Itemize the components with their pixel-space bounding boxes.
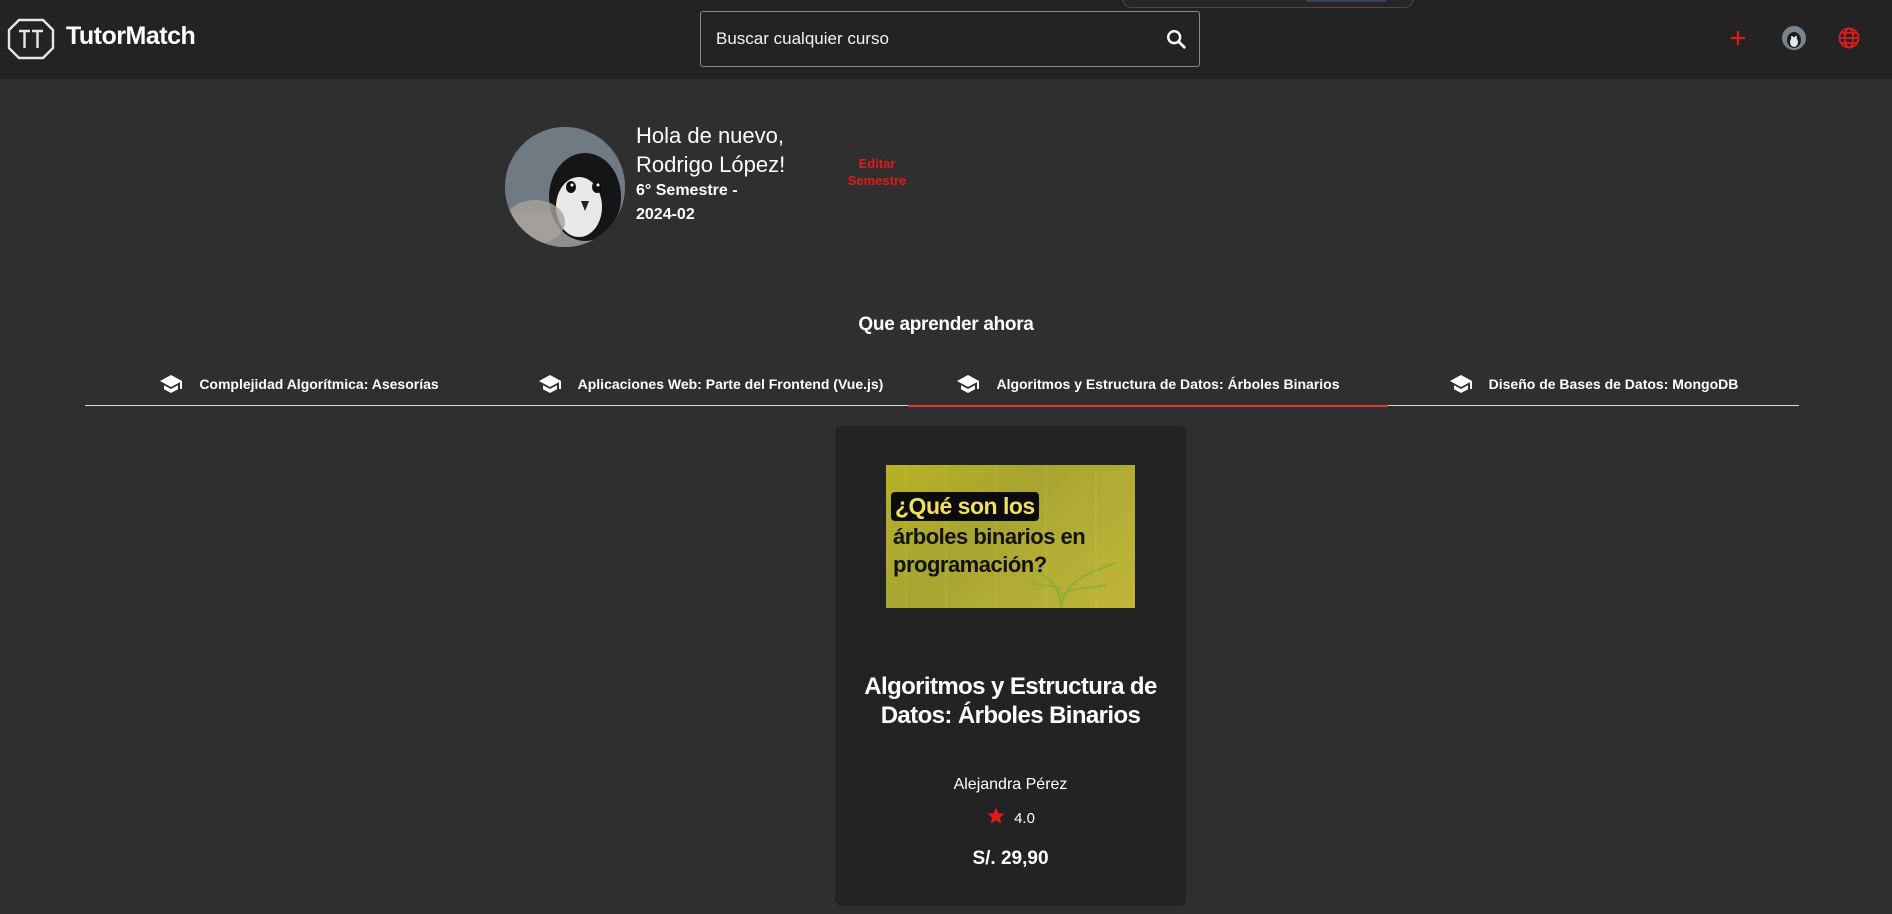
tab-label: Complejidad Algorítmica: Asesorías — [199, 376, 439, 392]
tab-label: Algoritmos y Estructura de Datos: Árbole… — [996, 376, 1340, 392]
tutor-name: Alejandra Pérez — [953, 776, 1068, 793]
search-box — [700, 11, 1200, 67]
tab-aplicaciones-web[interactable]: Aplicaciones Web: Parte del Frontend (Vu… — [513, 362, 908, 406]
tab-label: Diseño de Bases de Datos: MongoDB — [1488, 376, 1739, 392]
language-globe-icon[interactable] — [1833, 22, 1865, 54]
course-title: Algoritmos y Estructura de Datos: Árbole… — [864, 673, 1157, 729]
course-tabs: Complejidad Algorítmica: Asesorías Aplic… — [85, 362, 1799, 407]
course-thumbnail: ¿Qué son los árboles binarios en program… — [886, 465, 1135, 608]
course-card[interactable]: ¿Qué son los árboles binarios en program… — [835, 426, 1186, 906]
graduation-cap-icon — [956, 372, 980, 396]
add-icon[interactable] — [1722, 22, 1754, 54]
tutormatch-logo-icon[interactable] — [7, 18, 55, 60]
thumbnail-line-1: ¿Qué son los — [891, 492, 1039, 521]
course-price: S/. 29,90 — [972, 848, 1049, 869]
brand-name[interactable]: TutorMatch — [66, 22, 196, 51]
graduation-cap-icon — [1449, 372, 1473, 396]
tab-diseno-bases-datos[interactable]: Diseño de Bases de Datos: MongoDB — [1388, 362, 1799, 406]
course-rating: 4.0 — [835, 806, 1186, 830]
edit-semester-link[interactable]: Editar Semestre — [838, 155, 916, 189]
thumbnail-line-3: programación? — [893, 552, 1047, 577]
search-input[interactable] — [716, 12, 1156, 66]
semester-text: 6° Semestre - 2024-02 — [636, 182, 738, 223]
section-title: Que aprender ahora — [858, 314, 1034, 335]
greeting-text: Hola de nuevo, Rodrigo López! — [636, 123, 786, 177]
user-avatar-icon[interactable] — [1778, 22, 1810, 54]
thumbnail-line-2: árboles binarios en — [893, 524, 1086, 549]
tab-label: Aplicaciones Web: Parte del Frontend (Vu… — [577, 376, 884, 392]
rating-value: 4.0 — [1014, 809, 1035, 827]
graduation-cap-icon — [538, 372, 562, 396]
profile-avatar — [505, 127, 625, 247]
search-icon[interactable] — [1165, 28, 1187, 50]
dropdown-popup-edge — [1122, 0, 1414, 8]
top-navbar: TutorMatch — [0, 0, 1892, 79]
star-icon — [986, 806, 1006, 830]
graduation-cap-icon — [159, 372, 183, 396]
tab-algoritmos-estructura-datos[interactable]: Algoritmos y Estructura de Datos: Árbole… — [908, 362, 1388, 407]
tab-complejidad-algoritmica[interactable]: Complejidad Algorítmica: Asesorías — [85, 362, 513, 406]
